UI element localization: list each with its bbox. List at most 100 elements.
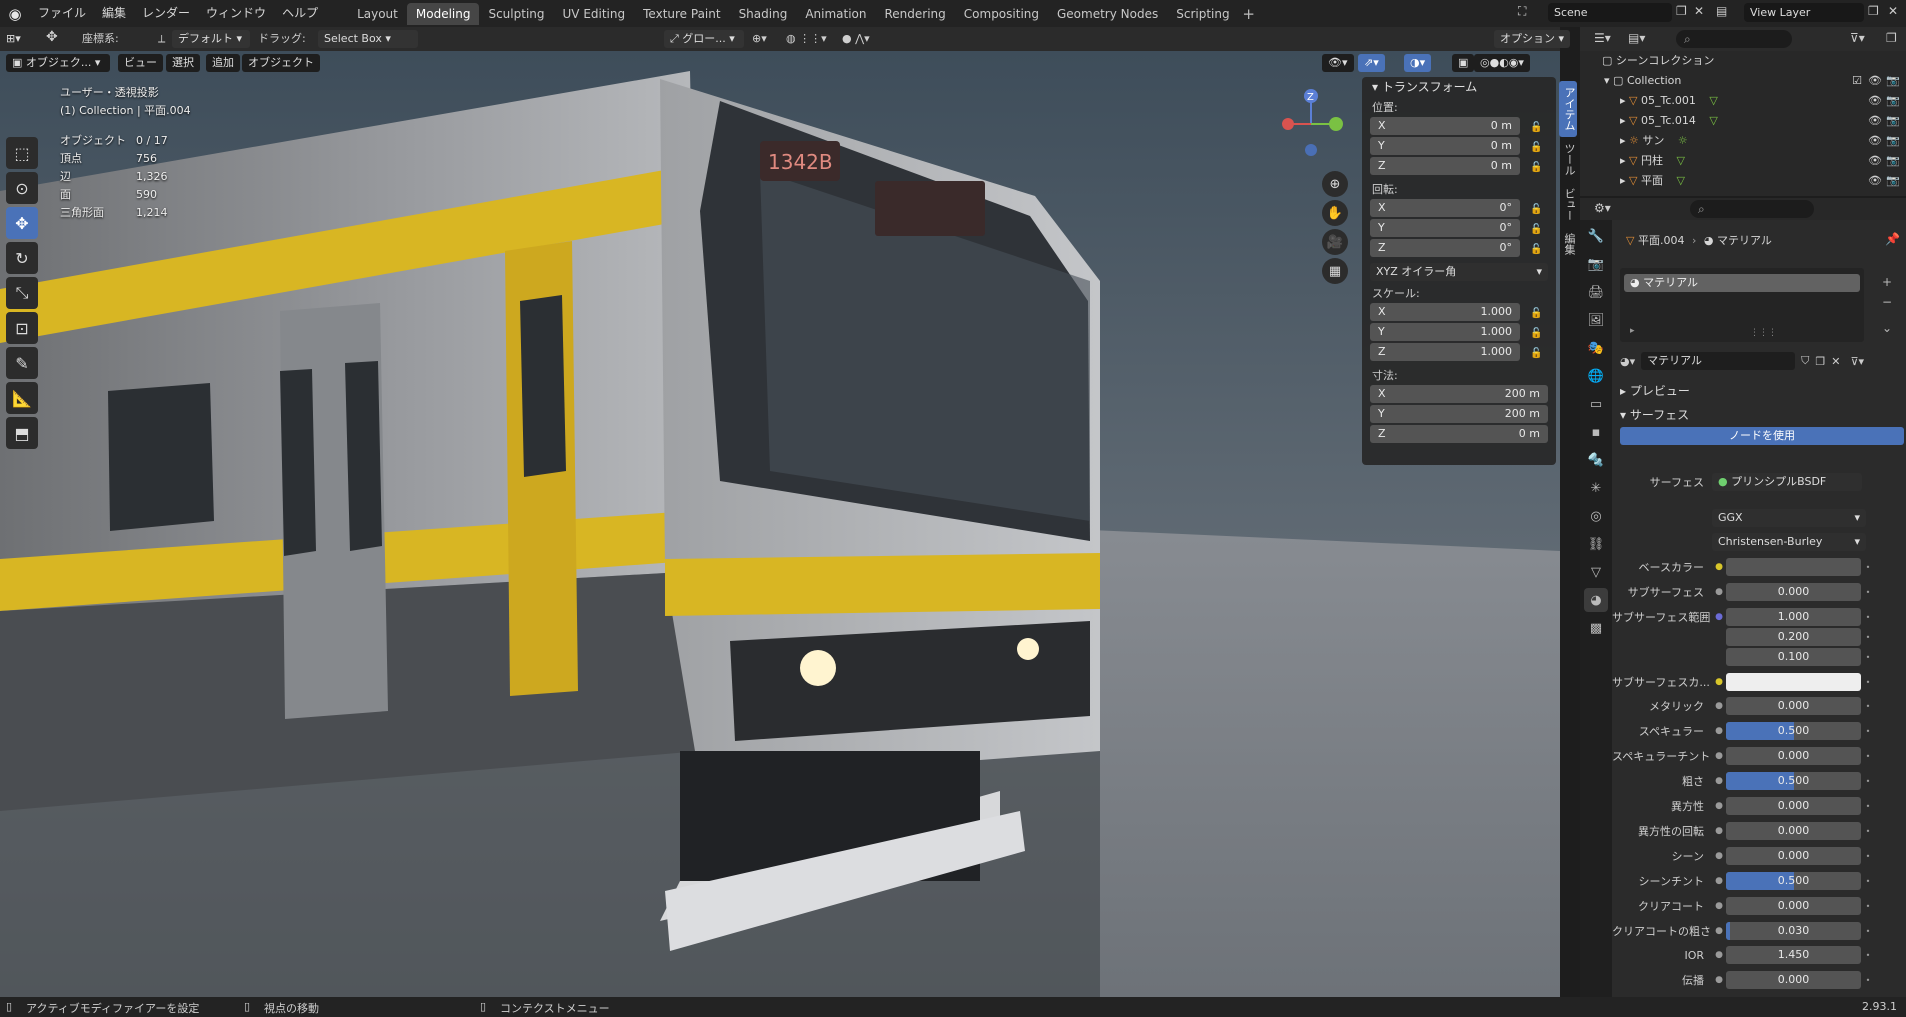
dimension-z-field[interactable]: Z0 m [1370,425,1548,443]
blender-logo-icon[interactable]: ◉ [4,3,26,25]
keyframe-dot-icon[interactable]: • [1861,613,1875,622]
input-value-field[interactable]: 1.450 [1726,946,1861,964]
eye-icon[interactable]: 👁 [1868,71,1882,91]
collection-row[interactable]: ▾ ▢ Collection ☑ 👁 📷 [1580,71,1906,91]
3d-viewport[interactable]: 1342B ⬚ ⊙ ✥ ↻ ⤡ ⊡ ✎ 📐 ⬒ ▣ オブジェク... ▾ ビュー… [0,51,1560,997]
scale-y-field[interactable]: Y 1.000 [1370,323,1520,341]
coord-dropdown[interactable]: デフォルト ▾ [172,30,250,48]
scale-x-field[interactable]: X 1.000 [1370,303,1520,321]
copy-layer-icon[interactable]: ❐ [1868,4,1879,18]
camera-icon[interactable]: 🎥 [1322,229,1348,255]
socket-icon[interactable]: ● [1712,975,1726,985]
rotation-y-field[interactable]: Y 0° [1370,219,1520,237]
visibility-icon[interactable]: 👁▾ [1322,54,1354,72]
socket-icon[interactable]: ● [1712,826,1726,836]
constraints-tab-icon[interactable]: ⛓ [1584,532,1608,556]
lock-icon[interactable]: 🔓 [1530,122,1546,133]
surface-shader-field[interactable]: ● プリンシプルBSDF [1712,473,1862,491]
location-y-field[interactable]: Y0 m [1370,137,1520,155]
outliner-item[interactable]: ▸ ☼ サン ☼ 👁 📷 [1580,131,1906,151]
keyframe-dot-icon[interactable]: • [1861,976,1875,985]
camera-icon[interactable]: 📷 [1886,71,1900,91]
view-layer-tab-icon[interactable]: 🖼 [1584,308,1608,332]
lock-icon[interactable]: 🔓 [1530,244,1546,255]
input-value-field[interactable]: 0.000 [1726,971,1861,989]
subsurface-method-dropdown[interactable]: Christensen-Burley ▾ [1712,533,1866,551]
expand-icon[interactable]: ▸ [1620,114,1626,127]
properties-editor-icon[interactable]: ⚙▾ [1594,201,1611,215]
rotate-icon[interactable]: ↻ [6,242,38,274]
outliner-search-input[interactable]: ⌕ [1676,30,1792,48]
keyframe-dot-icon[interactable]: • [1861,752,1875,761]
socket-icon[interactable]: ● [1712,751,1726,761]
eye-icon[interactable]: 👁 [1868,111,1882,131]
tab-shading[interactable]: Shading [730,3,797,25]
surface-panel-header[interactable]: ▾ サーフェス [1620,406,1689,423]
close-scene-icon[interactable]: ✕ [1694,4,1704,18]
keyframe-dot-icon[interactable]: • [1861,588,1875,597]
socket-icon[interactable]: ● [1712,876,1726,886]
lock-icon[interactable]: 🔓 [1530,142,1546,153]
camera-icon[interactable]: 📷 [1886,131,1900,151]
unlink-icon[interactable]: ✕ [1831,355,1840,368]
expand-icon[interactable]: ▸ [1620,94,1626,107]
resize-grip-icon[interactable]: ⋮⋮⋮ [1750,328,1777,338]
overlay-toggle-icon[interactable]: ◑▾ [1404,54,1432,72]
camera-icon[interactable]: 📷 [1886,111,1900,131]
camera-icon[interactable]: 📷 [1886,91,1900,111]
socket-icon[interactable]: ● [1712,701,1726,711]
scene-tab-icon[interactable]: 🎭 [1584,336,1608,360]
menu-window[interactable]: ウィンドウ [198,0,274,27]
material-tab-icon[interactable]: ◕ [1584,588,1608,612]
material-browse-icon[interactable]: ◕▾ [1620,355,1635,368]
particles-tab-icon[interactable]: ✳ [1584,476,1608,500]
menu-file[interactable]: ファイル [30,0,94,27]
tab-layout[interactable]: Layout [348,3,407,25]
scale-icon[interactable]: ⤡ [6,277,38,309]
preview-panel-header[interactable]: ▸ プレビュー [1620,382,1690,399]
scale-z-field[interactable]: Z 1.000 [1370,343,1520,361]
socket-icon[interactable]: ● [1712,926,1726,936]
input-value-field[interactable]: 0.500 [1726,722,1861,740]
view-layer-selector[interactable]: View Layer [1744,3,1864,22]
socket-icon[interactable]: ● [1712,801,1726,811]
pin-icon[interactable]: 📌 [1885,232,1900,246]
input-value-field[interactable]: 0.000 [1726,822,1861,840]
expand-icon[interactable]: ▸ [1620,174,1626,187]
object-menu[interactable]: オブジェクト [242,54,320,72]
lock-icon[interactable]: 🔓 [1530,204,1546,215]
tool-tab-icon[interactable]: 🔧 [1584,224,1608,248]
outliner-item[interactable]: ▸ ▽ 平面 ▽ 👁 📷 [1580,171,1906,191]
outliner-editor-icon[interactable]: ☰▾ [1594,31,1611,45]
add-slot-icon[interactable]: + [1882,272,1892,292]
transform-orientation-dropdown[interactable]: ⤢ グロー... ▾ [664,30,744,48]
tab-tool[interactable]: ツール [1559,137,1577,182]
display-mode-icon[interactable]: ▤▾ [1628,31,1645,45]
lock-icon[interactable]: 🔓 [1530,308,1546,319]
location-x-field[interactable]: X0 m [1370,117,1520,135]
input-value-field[interactable]: 0.500 [1726,872,1861,890]
add-workspace-icon[interactable]: + [1239,5,1259,23]
input-value-field[interactable] [1726,558,1861,576]
tab-rendering[interactable]: Rendering [876,3,955,25]
remove-slot-icon[interactable]: − [1882,292,1892,312]
menu-help[interactable]: ヘルプ [274,0,326,27]
use-nodes-button[interactable]: ノードを使用 [1620,427,1904,445]
output-tab-icon[interactable]: 🖨 [1584,280,1608,304]
filter-icon[interactable]: ⊽▾ [1850,31,1865,45]
add-cube-icon[interactable]: ⬒ [6,417,38,449]
keyframe-dot-icon[interactable]: • [1861,852,1875,861]
distribution-dropdown[interactable]: GGX ▾ [1712,509,1866,527]
gizmo-toggle-icon[interactable]: ⇗▾ [1358,54,1385,72]
move-icon[interactable]: ✥ [6,207,38,239]
tab-scripting[interactable]: Scripting [1167,3,1238,25]
select-menu[interactable]: 選択 [166,54,200,72]
lock-icon[interactable]: 🔓 [1530,162,1546,173]
keyframe-dot-icon[interactable]: • [1861,633,1875,642]
expand-icon[interactable]: ▸ [1620,154,1626,167]
input-value-field[interactable]: 0.000 [1726,697,1861,715]
input-value-field[interactable]: 0.200 [1726,628,1861,646]
pan-hand-icon[interactable]: ✋ [1322,200,1348,226]
socket-icon[interactable]: ● [1712,587,1726,597]
socket-icon[interactable]: ● [1712,950,1726,960]
